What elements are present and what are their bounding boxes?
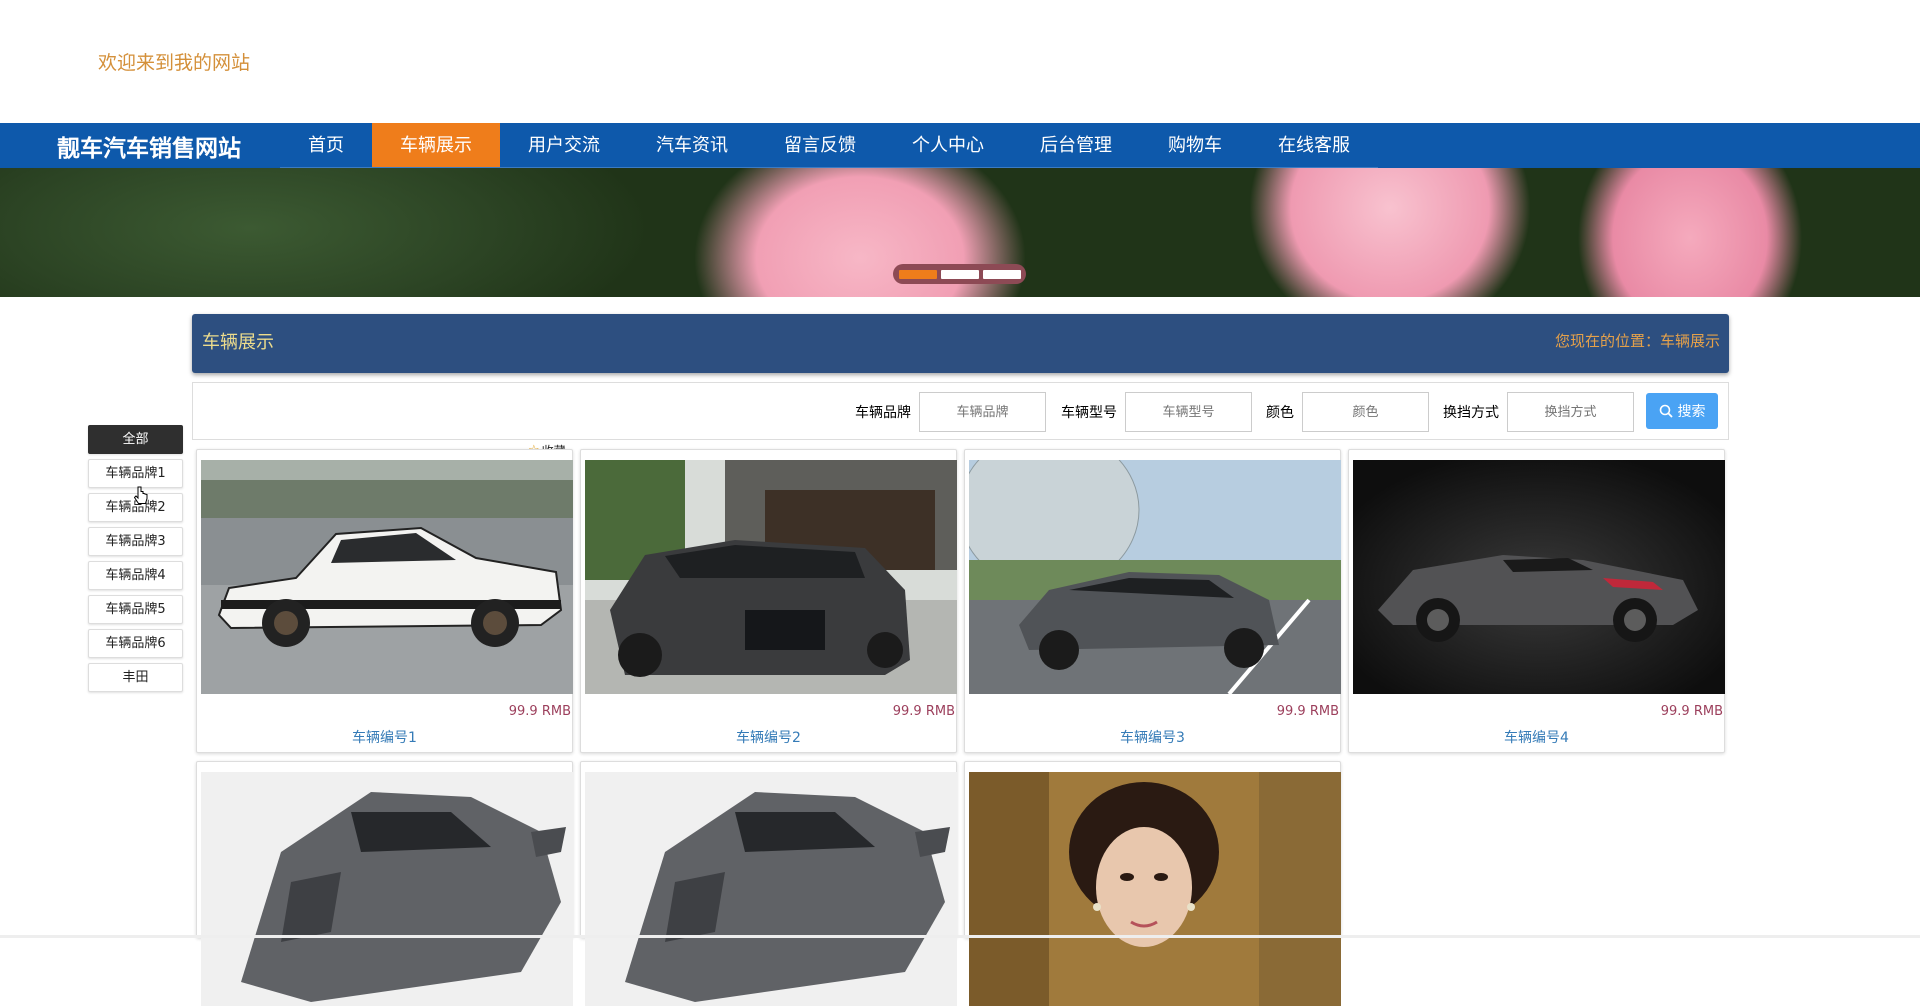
product-card[interactable]: 99.9 RMB 车辆编号1 xyxy=(196,449,573,753)
product-card[interactable]: 99.9 RMB 车辆编号3 xyxy=(964,449,1341,753)
product-image-gray-supercar[interactable] xyxy=(201,772,573,1006)
product-card[interactable]: 99.9 RMB 车辆编号2 xyxy=(580,449,957,753)
product-image-gray-sedan-on-road[interactable] xyxy=(969,460,1341,694)
product-price: 99.9 RMB xyxy=(1660,704,1723,719)
nav-online-service[interactable]: 在线客服 xyxy=(1250,123,1378,168)
product-image-dark-gray-honda-accord-front[interactable] xyxy=(585,460,957,694)
product-name[interactable]: 车辆编号1 xyxy=(197,727,572,747)
transmission-filter-label: 换挡方式 xyxy=(1443,405,1499,421)
transmission-search-input[interactable] xyxy=(1507,392,1634,432)
product-image-woman-portrait[interactable] xyxy=(969,772,1341,1006)
section-header: 车辆展示 您现在的位置：车辆展示 xyxy=(192,314,1729,373)
search-icon xyxy=(1659,404,1673,418)
product-card[interactable] xyxy=(580,761,957,1006)
transmission-filter: 换挡方式 xyxy=(1443,392,1634,432)
welcome-bar: 欢迎来到我的网站 xyxy=(0,0,1920,123)
nav-user-exchange[interactable]: 用户交流 xyxy=(500,123,628,168)
section-title: 车辆展示 xyxy=(202,332,274,353)
category-brand-5[interactable]: 车辆品牌5 xyxy=(88,595,183,624)
banner-dot-2[interactable] xyxy=(940,269,979,279)
product-card[interactable] xyxy=(196,761,573,1006)
category-toyota[interactable]: 丰田 xyxy=(88,663,183,692)
brand-search-input[interactable] xyxy=(919,392,1046,432)
product-price: 99.9 RMB xyxy=(1276,704,1339,719)
product-card[interactable]: 99.9 RMB 车辆编号4 xyxy=(1348,449,1725,753)
nav-car-news[interactable]: 汽车资讯 xyxy=(628,123,756,168)
brand-filter-label: 车辆品牌 xyxy=(855,405,911,421)
search-panel: 车辆品牌 车辆型号 颜色 换挡方式 搜索 xyxy=(192,382,1729,440)
category-brand-3[interactable]: 车辆品牌3 xyxy=(88,527,183,556)
product-name[interactable]: 车辆编号2 xyxy=(581,727,956,747)
product-image-gray-supercar[interactable] xyxy=(585,772,957,1006)
product-name[interactable]: 车辆编号3 xyxy=(965,727,1340,747)
color-filter: 颜色 xyxy=(1266,392,1429,432)
category-all[interactable]: 全部 xyxy=(88,425,183,454)
nav-personal-center[interactable]: 个人中心 xyxy=(884,123,1012,168)
category-brand-4[interactable]: 车辆品牌4 xyxy=(88,561,183,590)
category-brand-6[interactable]: 车辆品牌6 xyxy=(88,629,183,658)
color-search-input[interactable] xyxy=(1302,392,1429,432)
welcome-text: 欢迎来到我的网站 xyxy=(98,52,251,74)
main-navigation: 靓车汽车销售网站 首页 车辆展示 用户交流 汽车资讯 留言反馈 个人中心 后台管… xyxy=(0,123,1920,168)
product-price: 99.9 RMB xyxy=(892,704,955,719)
site-brand[interactable]: 靓车汽车销售网站 xyxy=(57,129,280,163)
product-name[interactable]: 车辆编号4 xyxy=(1349,727,1724,747)
product-price: 99.9 RMB xyxy=(508,704,571,719)
banner-pagination xyxy=(893,264,1026,284)
search-button[interactable]: 搜索 xyxy=(1646,393,1718,429)
category-filter-list: 全部 车辆品牌1 车辆品牌2 车辆品牌3 车辆品牌4 车辆品牌5 车辆品牌6 丰… xyxy=(88,425,183,697)
nav-admin[interactable]: 后台管理 xyxy=(1012,123,1140,168)
nav-vehicle-showcase[interactable]: 车辆展示 xyxy=(372,123,500,168)
banner-dot-3[interactable] xyxy=(982,269,1021,279)
model-filter-label: 车辆型号 xyxy=(1061,405,1117,421)
mouse-cursor-icon xyxy=(134,486,148,504)
color-filter-label: 颜色 xyxy=(1266,405,1294,421)
category-brand-1[interactable]: 车辆品牌1 xyxy=(88,459,183,488)
product-card[interactable] xyxy=(964,761,1341,1006)
model-search-input[interactable] xyxy=(1125,392,1252,432)
search-button-label: 搜索 xyxy=(1677,404,1706,420)
nav-home[interactable]: 首页 xyxy=(280,123,372,168)
product-image-dark-concept-coupe[interactable] xyxy=(1353,460,1725,694)
nav-cart[interactable]: 购物车 xyxy=(1140,123,1250,168)
hero-banner xyxy=(0,168,1920,297)
product-image-white-black-hatchback-car[interactable] xyxy=(201,460,573,694)
nav-feedback[interactable]: 留言反馈 xyxy=(756,123,884,168)
breadcrumb-location: 您现在的位置：车辆展示 xyxy=(1554,332,1720,350)
banner-dot-1[interactable] xyxy=(898,269,937,279)
model-filter: 车辆型号 xyxy=(1061,392,1252,432)
brand-filter: 车辆品牌 xyxy=(855,392,1046,432)
